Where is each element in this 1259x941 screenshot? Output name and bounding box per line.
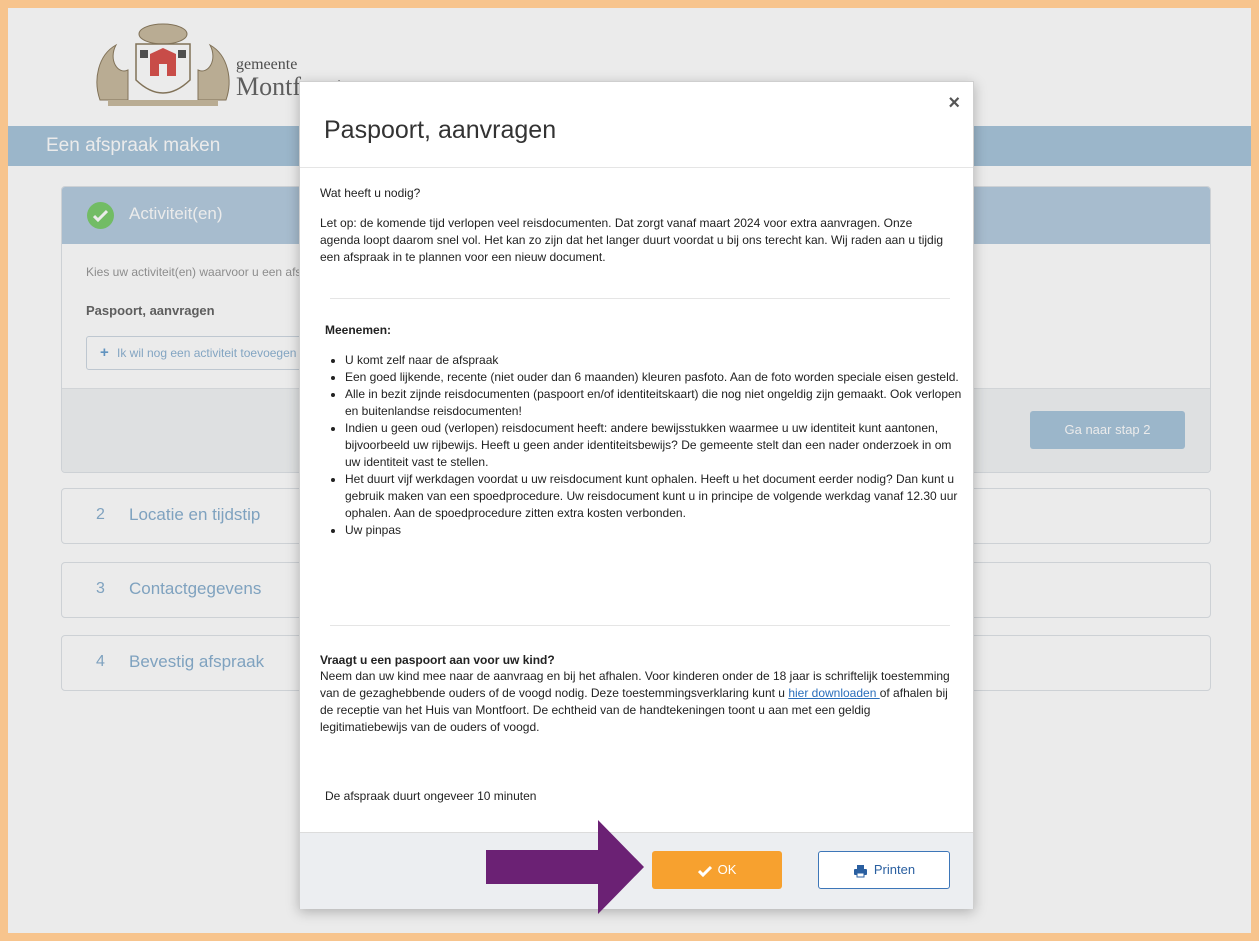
- child-heading: Vraagt u een paspoort aan voor uw kind?: [320, 653, 555, 667]
- check-icon: [697, 865, 712, 877]
- ok-label: OK: [717, 862, 737, 877]
- list-item: Een goed lijkende, recente (niet ouder d…: [345, 369, 967, 386]
- duration-text: De afspraak duurt ongeveer 10 minuten: [325, 789, 537, 803]
- pointer-arrow-icon: [486, 820, 644, 914]
- ok-button[interactable]: OK: [652, 851, 782, 889]
- close-icon[interactable]: ×: [948, 92, 960, 115]
- printer-icon: [853, 864, 867, 878]
- child-text: Neem dan uw kind mee naar de aanvraag en…: [320, 668, 952, 736]
- list-item: Uw pinpas: [345, 522, 967, 539]
- list-item: U komt zelf naar de afspraak: [345, 352, 967, 369]
- dialog-title: Paspoort, aanvragen: [324, 116, 557, 144]
- activity-info-dialog: × Paspoort, aanvragen Wat heeft u nodig?…: [299, 81, 974, 909]
- page: gemeente Montfoort Een afspraak maken Ac…: [8, 8, 1251, 933]
- print-label: Printen: [873, 862, 916, 877]
- notice-text: Let op: de komende tijd verlopen veel re…: [320, 216, 944, 264]
- bring-heading: Meenemen:: [325, 323, 392, 337]
- print-button[interactable]: Printen: [818, 851, 950, 889]
- divider: [330, 298, 950, 299]
- bring-list: U komt zelf naar de afspraak Een goed li…: [325, 352, 967, 539]
- list-item: Het duurt vijf werkdagen voordat u uw re…: [345, 471, 967, 522]
- list-item: Alle in bezit zijnde reisdocumenten (pas…: [345, 386, 967, 420]
- list-item: Indien u geen oud (verlopen) reisdocumen…: [345, 420, 967, 471]
- divider: [300, 167, 973, 168]
- download-link[interactable]: hier downloaden: [788, 686, 879, 700]
- divider: [330, 625, 950, 626]
- question-text: Wat heeft u nodig?: [320, 186, 421, 200]
